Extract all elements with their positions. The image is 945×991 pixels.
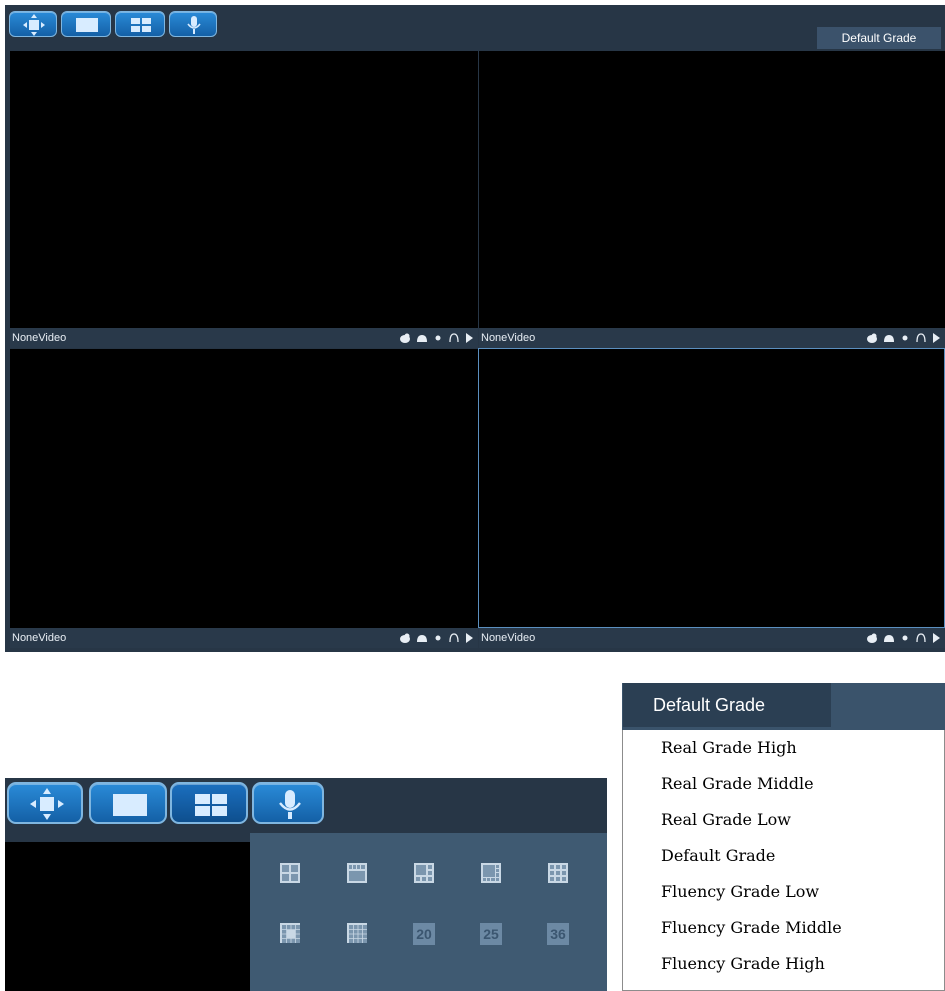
record-icon[interactable]: [883, 632, 895, 644]
layout-6-grid-icon[interactable]: [414, 863, 434, 883]
single-view-button[interactable]: [61, 11, 111, 37]
play-icon[interactable]: [932, 332, 941, 344]
snapshot-icon[interactable]: [399, 632, 411, 644]
cell-2-controls: [864, 332, 941, 344]
video-cell-3-bar: NoneVideo: [10, 628, 478, 648]
snapshot-icon[interactable]: [866, 332, 878, 344]
audio-icon[interactable]: [448, 632, 460, 644]
layout-36-option[interactable]: 36: [547, 923, 569, 945]
dot-icon[interactable]: [433, 632, 443, 644]
menu-item-real-grade-high[interactable]: Real Grade High: [661, 738, 797, 757]
menu-item-fluency-grade-middle[interactable]: Fluency Grade Middle: [661, 918, 842, 937]
video-cell-4-bar: NoneVideo: [479, 628, 945, 648]
audio-icon[interactable]: [448, 332, 460, 344]
cell-3-controls: [397, 632, 474, 644]
video-cell-1[interactable]: [10, 51, 478, 328]
cell-status-label: NoneVideo: [481, 632, 536, 644]
menu-item-default-grade[interactable]: Default Grade: [661, 846, 775, 865]
layout-top-strip-icon[interactable]: [347, 863, 367, 883]
main-toolbar: Default Grade: [5, 5, 945, 51]
layout-options-grid: 20 25 36: [250, 833, 607, 991]
layout-20-option[interactable]: 20: [413, 923, 435, 945]
microphone-icon: [279, 790, 301, 819]
cell-1-controls: [397, 332, 474, 344]
video-preview: [5, 842, 250, 991]
menu-item-fluency-grade-low[interactable]: Fluency Grade Low: [661, 882, 819, 901]
grade-dropdown-panel: Default Grade Real Grade High Real Grade…: [622, 683, 945, 991]
video-cell-2-bar: NoneVideo: [479, 328, 945, 348]
play-icon[interactable]: [932, 632, 941, 644]
layout-selector-panel: 20 25 36: [5, 778, 607, 991]
ptz-arrows-icon: [30, 788, 64, 820]
menu-item-real-grade-middle[interactable]: Real Grade Middle: [661, 774, 814, 793]
ptz-arrows-icon: [23, 14, 45, 36]
record-icon[interactable]: [883, 332, 895, 344]
grade-dropdown-selected[interactable]: Default Grade: [623, 683, 831, 727]
single-screen-icon: [113, 794, 147, 816]
layout-16-grid-icon[interactable]: [347, 923, 367, 943]
single-view-button[interactable]: [89, 782, 167, 824]
grade-dropdown-header: Default Grade: [622, 683, 945, 730]
cell-4-controls: [864, 632, 941, 644]
microphone-icon: [187, 16, 201, 34]
layout-25-option[interactable]: 25: [480, 923, 502, 945]
four-grid-icon: [131, 18, 151, 32]
menu-item-fluency-grade-high[interactable]: Fluency Grade High: [661, 954, 825, 973]
record-icon[interactable]: [416, 332, 428, 344]
video-cell-1-bar: NoneVideo: [10, 328, 478, 348]
menu-item-real-grade-low[interactable]: Real Grade Low: [661, 810, 791, 829]
dot-icon[interactable]: [433, 332, 443, 344]
layout-13-grid-icon[interactable]: [280, 923, 300, 943]
video-cell-4-selected[interactable]: [478, 348, 945, 628]
main-video-panel: Default Grade NoneVideo NoneVideo NoneVi…: [5, 5, 945, 652]
snapshot-icon[interactable]: [399, 332, 411, 344]
dot-icon[interactable]: [900, 632, 910, 644]
audio-icon[interactable]: [915, 332, 927, 344]
grade-dropdown-menu: Real Grade High Real Grade Middle Real G…: [622, 730, 945, 991]
cell-status-label: NoneVideo: [12, 632, 67, 644]
dot-icon[interactable]: [900, 332, 910, 344]
talk-button[interactable]: [169, 11, 217, 37]
single-screen-icon: [76, 18, 98, 32]
play-icon[interactable]: [465, 632, 474, 644]
ptz-control-button[interactable]: [7, 782, 83, 824]
ptz-control-button[interactable]: [9, 11, 57, 37]
grade-select-button[interactable]: Default Grade: [817, 27, 941, 49]
record-icon[interactable]: [416, 632, 428, 644]
cell-status-label: NoneVideo: [481, 332, 536, 344]
snapshot-icon[interactable]: [866, 632, 878, 644]
layout-toolbar: [5, 778, 607, 833]
cell-status-label: NoneVideo: [12, 332, 67, 344]
video-cell-3[interactable]: [10, 349, 478, 628]
quad-view-button[interactable]: [170, 782, 248, 824]
video-cell-2[interactable]: [479, 51, 945, 328]
audio-icon[interactable]: [915, 632, 927, 644]
layout-8-grid-icon[interactable]: [481, 863, 501, 883]
four-grid-icon: [195, 794, 227, 816]
talk-button[interactable]: [252, 782, 324, 824]
play-icon[interactable]: [465, 332, 474, 344]
layout-4-grid-icon[interactable]: [280, 863, 300, 883]
quad-view-button[interactable]: [115, 11, 165, 37]
layout-9-grid-icon[interactable]: [548, 863, 568, 883]
